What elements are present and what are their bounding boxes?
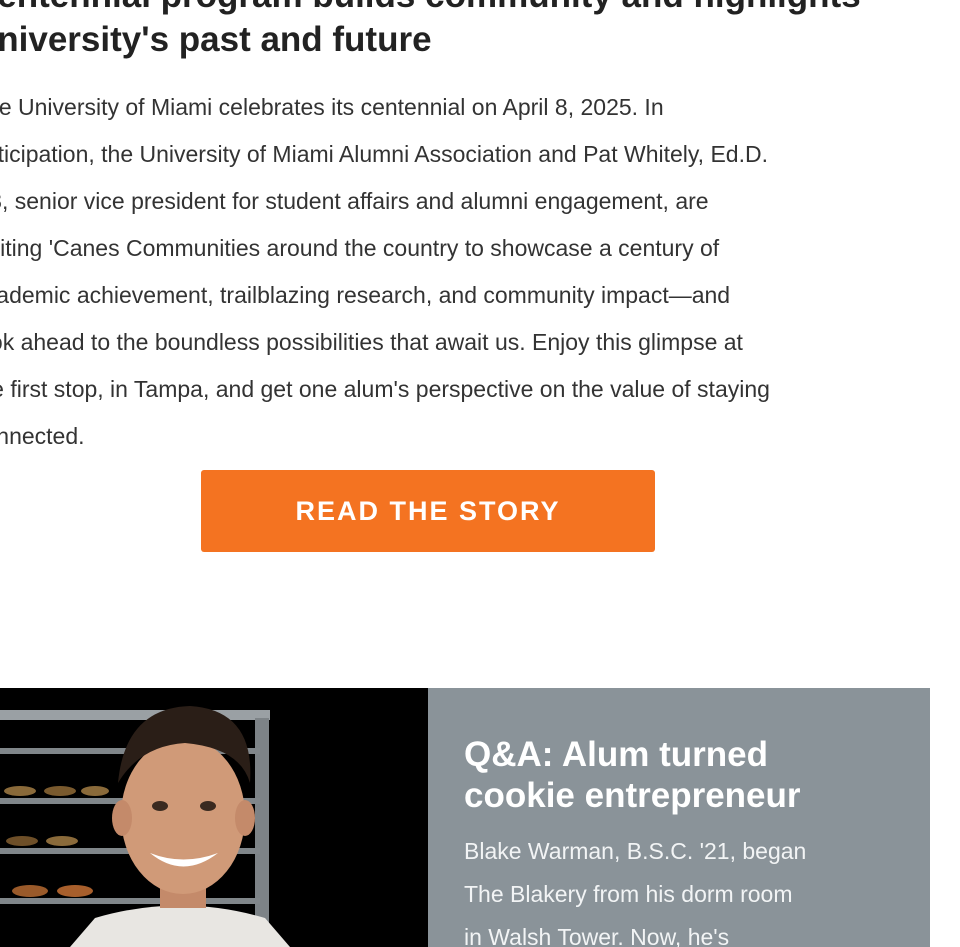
read-the-story-button[interactable]: READ THE STORY — [201, 470, 655, 552]
body-line: academic achievement, trailblazing resea… — [0, 282, 731, 308]
feature-summary-line: The Blakery from his dorm room — [464, 881, 793, 907]
feature-summary-line: Blake Warman, B.S.C. '21, began — [464, 838, 807, 864]
article-headline[interactable]: Centennial program builds community and … — [0, 0, 932, 62]
feature-title[interactable]: Q&A: Alum turned cookie entrepreneur — [464, 734, 910, 816]
cta-container: READ THE STORY — [201, 470, 655, 552]
body-line: visiting 'Canes Communities around the c… — [0, 235, 720, 261]
feature-summary-line: in Walsh Tower. Now, he's — [464, 924, 730, 947]
body-line: anticipation, the University of Miami Al… — [0, 141, 768, 167]
body-line: the first stop, in Tampa, and get one al… — [0, 376, 770, 402]
feature-summary: Blake Warman, B.S.C. '21, began The Blak… — [464, 830, 910, 947]
feature-card: Q&A: Alum turned cookie entrepreneur Bla… — [0, 688, 930, 947]
feature-teaser-panel: Q&A: Alum turned cookie entrepreneur Bla… — [428, 688, 930, 947]
article-section: Centennial program builds community and … — [0, 0, 932, 460]
portrait-illustration — [0, 688, 428, 947]
article-body: The University of Miami celebrates its c… — [0, 84, 932, 460]
feature-title-line: Q&A: Alum turned — [464, 735, 768, 774]
body-line: '78, senior vice president for student a… — [0, 188, 709, 214]
body-line: look ahead to the boundless possibilitie… — [0, 329, 743, 355]
headline-line: Centennial program builds community and … — [0, 0, 932, 18]
body-line: connected. — [0, 423, 85, 449]
feature-title-line: cookie entrepreneur — [464, 776, 801, 815]
portrait-photo-icon[interactable] — [0, 688, 428, 947]
body-line: The University of Miami celebrates its c… — [0, 94, 664, 120]
headline-line: University's past and future — [0, 20, 432, 59]
